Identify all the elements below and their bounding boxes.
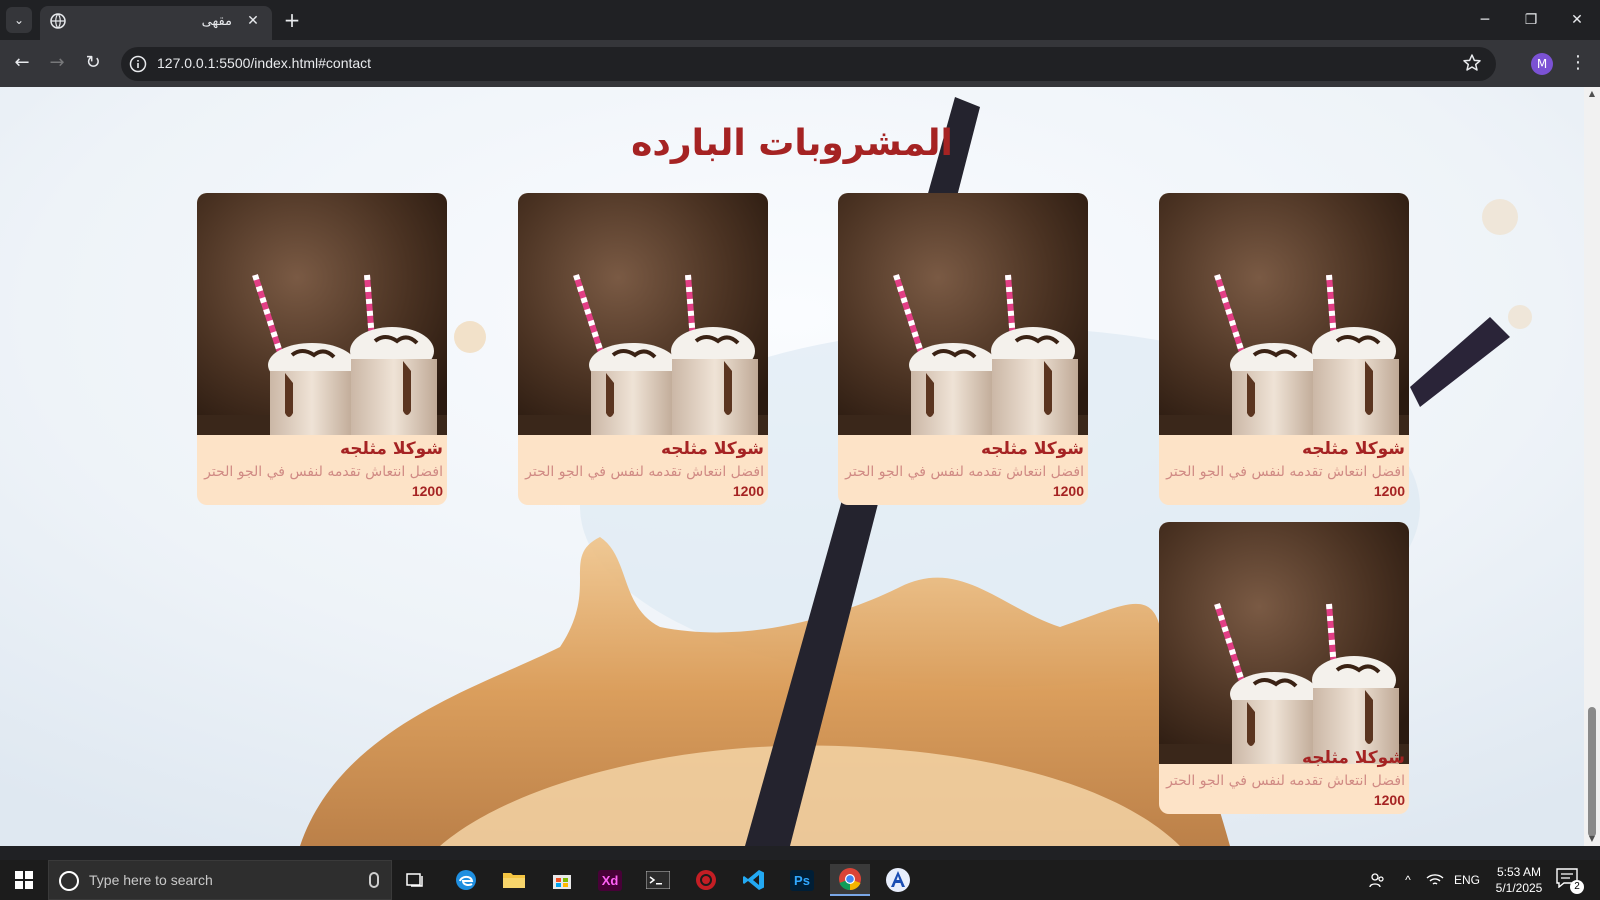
restore-button[interactable]: ❐ (1508, 0, 1554, 40)
section-title: المشروبات البارده (631, 123, 953, 164)
scrollbar-thumb[interactable] (1588, 707, 1596, 837)
search-placeholder: Type here to search (89, 872, 213, 888)
show-hidden-icons-chevron-icon[interactable]: ^ (1396, 860, 1420, 900)
chrome-icon[interactable] (830, 864, 870, 896)
drink-image (1159, 522, 1409, 764)
drink-image (197, 193, 447, 435)
drink-image (1159, 193, 1409, 435)
vscode-icon[interactable] (734, 864, 774, 896)
angular-app-icon[interactable] (878, 864, 918, 896)
davinci-resolve-icon[interactable] (686, 864, 726, 896)
windows-logo-icon (15, 871, 33, 889)
adobe-xd-icon[interactable]: Xd (590, 864, 630, 896)
scroll-down-arrow-icon[interactable]: ▼ (1584, 832, 1600, 846)
back-button[interactable]: ← (9, 50, 35, 76)
drink-description: افضل انتعاش تقدمه لنفس في الجو الحتر (525, 464, 764, 480)
wifi-icon[interactable] (1422, 860, 1448, 900)
drink-name: شوكلا مثلجه (1301, 439, 1405, 459)
edge-icon[interactable] (446, 864, 486, 896)
people-icon[interactable] (1362, 860, 1392, 900)
drink-price: 1200 (1052, 483, 1084, 499)
drink-description: افضل انتعاش تقدمه لنفس في الجو الحتر (204, 464, 443, 480)
bookmark-star-icon[interactable] (1462, 53, 1482, 73)
drink-description: افضل انتعاش تقدمه لنفس في الجو الحتر (845, 464, 1084, 480)
clock-time: 5:53 AM (1496, 865, 1542, 879)
taskbar-search-box[interactable]: Type here to search (48, 860, 392, 900)
drink-name: شوكلا مثلجه (339, 439, 443, 459)
clock-date: 5/1/2025 (1495, 881, 1543, 895)
microphone-icon[interactable] (369, 872, 379, 888)
drink-image (838, 193, 1088, 435)
language-indicator[interactable]: ENG (1450, 860, 1484, 900)
address-bar[interactable]: 127.0.0.1:5500/index.html#contact (121, 47, 1496, 81)
drink-card[interactable]: شوكلا مثلجه افضل انتعاش تقدمه لنفس في ال… (838, 193, 1088, 505)
site-info-icon[interactable] (129, 55, 147, 73)
scroll-up-arrow-icon[interactable]: ▲ (1584, 87, 1600, 101)
windows-taskbar: Type here to search Xd Ps ^ ENG 5:53 AM (0, 860, 1600, 900)
task-view-icon[interactable] (396, 864, 436, 896)
close-tab-icon[interactable]: ✕ (244, 12, 262, 30)
reload-button[interactable]: ↻ (80, 50, 106, 76)
tab-search-button[interactable]: ⌄ (6, 7, 32, 33)
tab-title: مقهى (201, 14, 232, 29)
minimize-button[interactable]: ─ (1462, 0, 1508, 40)
drink-name: شوكلا مثلجه (660, 439, 764, 459)
page-scrollbar[interactable]: ▲ ▼ (1584, 87, 1600, 846)
profile-avatar[interactable]: M (1531, 53, 1553, 75)
search-icon (59, 871, 79, 891)
terminal-icon[interactable] (638, 864, 678, 896)
forward-button[interactable]: → (44, 50, 70, 76)
drink-card[interactable]: شوكلا مثلجه افضل انتعاش تقدمه لنفس في ال… (197, 193, 447, 505)
notification-count-badge: 2 (1570, 880, 1584, 894)
chevron-down-icon: ⌄ (13, 13, 25, 27)
start-button[interactable] (0, 860, 48, 900)
file-explorer-icon[interactable] (494, 864, 534, 896)
drink-description: افضل انتعاش تقدمه لنفس في الجو الحتر (1166, 773, 1405, 789)
microsoft-store-icon[interactable] (542, 864, 582, 896)
new-tab-button[interactable]: + (280, 8, 304, 32)
drink-card[interactable]: شوكلا مثلجه افضل انتعاش تقدمه لنفس في ال… (1159, 193, 1409, 505)
page-viewport: المشروبات البارده شوكلا مثلجه افضل انتعا… (0, 87, 1584, 846)
url-text: 127.0.0.1:5500/index.html#contact (157, 55, 372, 71)
browser-tab[interactable]: مقهى ✕ (40, 6, 272, 40)
taskbar-clock[interactable]: 5:53 AM 5/1/2025 (1486, 864, 1552, 896)
drink-price: 1200 (1373, 792, 1405, 808)
drink-card[interactable]: شوكلا مثلجه افضل انتعاش تقدمه لنفس في ال… (1159, 522, 1409, 814)
drink-name: شوكلا مثلجه (980, 439, 1084, 459)
drink-image (518, 193, 768, 435)
browser-tab-strip: ⌄ مقهى ✕ + ─ ❐ ✕ (0, 0, 1600, 40)
drink-description: افضل انتعاش تقدمه لنفس في الجو الحتر (1166, 464, 1405, 480)
drink-card[interactable]: شوكلا مثلجه افضل انتعاش تقدمه لنفس في ال… (518, 193, 768, 505)
photoshop-icon[interactable]: Ps (782, 864, 822, 896)
drink-price: 1200 (732, 483, 764, 499)
globe-icon (50, 13, 66, 29)
drink-price: 1200 (1373, 483, 1405, 499)
action-center-button[interactable]: 2 (1556, 868, 1584, 894)
drink-price: 1200 (411, 483, 443, 499)
browser-toolbar: ← → ↻ 127.0.0.1:5500/index.html#contact (0, 40, 1600, 87)
browser-menu-icon[interactable]: ⋮ (1568, 50, 1588, 76)
close-window-button[interactable]: ✕ (1554, 0, 1600, 40)
